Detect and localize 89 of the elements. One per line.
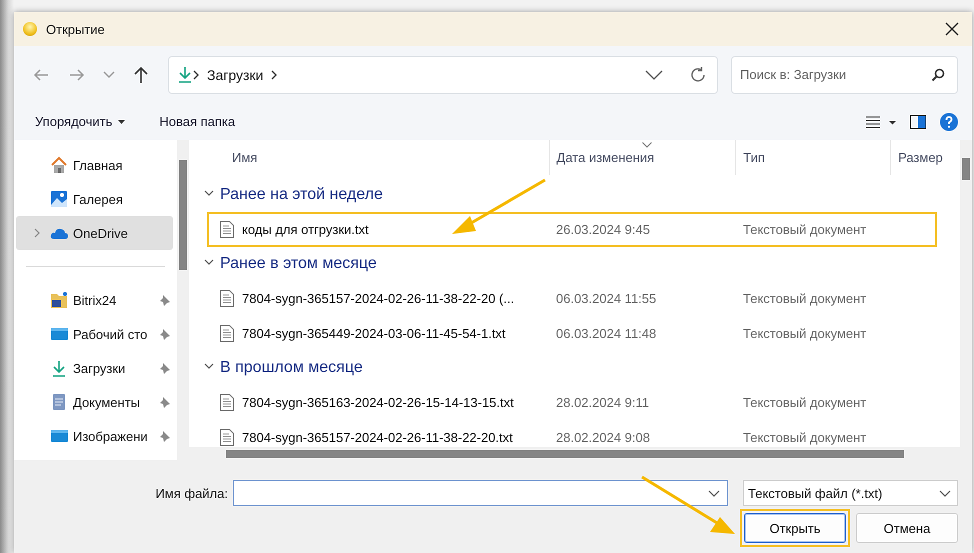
text-file-icon — [220, 290, 234, 307]
up-icon — [133, 66, 149, 84]
sidebar-item[interactable]: Загрузки — [16, 351, 173, 385]
scrollbar[interactable] — [177, 140, 189, 460]
group-header[interactable]: Ранее на этой неделе — [220, 186, 383, 204]
back-icon — [33, 68, 49, 82]
sort-caret-icon — [642, 142, 652, 148]
app-icon — [23, 22, 37, 36]
sidebar-item[interactable]: Bitrix24 — [16, 283, 173, 317]
sidebar-item[interactable]: Рабочий сто — [16, 317, 173, 351]
file-name[interactable]: 7804-sygn-365157-2024-02-26-11-38-22-20 (... — [242, 291, 514, 306]
date-cell-text: 28.02.2024 9:08 — [555, 429, 651, 447]
type-cell-text: Текстовый документ — [742, 394, 868, 412]
cancel-button[interactable]: Отмена — [856, 513, 958, 543]
scrollbar[interactable] — [960, 140, 972, 447]
monitor-icon — [50, 325, 69, 343]
toolbar-button[interactable]: Новая папка — [151, 110, 244, 133]
file-name[interactable]: коды для отгрузки.txt — [242, 222, 369, 237]
date-cell-text: 28.02.2024 9:11 — [555, 394, 650, 412]
pin-icon — [159, 396, 171, 408]
monitor-icon — [50, 427, 69, 445]
caret-icon — [118, 120, 126, 124]
house-icon — [50, 156, 69, 174]
group-header[interactable]: Ранее в этом месяце — [220, 255, 377, 273]
file-name[interactable]: 7804-sygn-365157-2024-02-26-11-38-22-20.txt — [242, 430, 513, 445]
text-file-icon — [220, 221, 234, 238]
sidebar-label: Галерея — [73, 192, 124, 206]
address-bar[interactable]: Загрузки — [168, 56, 718, 94]
pin-icon — [159, 430, 171, 442]
column-header[interactable]: Тип — [735, 140, 890, 175]
text-file-icon — [220, 429, 234, 446]
list-view-icon[interactable] — [866, 116, 896, 128]
pin-icon — [159, 328, 171, 340]
forward-icon — [69, 68, 85, 82]
sidebar-label: OneDrive — [73, 226, 129, 240]
text-file-icon — [220, 394, 234, 411]
column-header[interactable]: Дата изменения — [548, 140, 736, 175]
file-name[interactable]: 7804-sygn-365163-2024-02-26-15-14-13-15.txt — [242, 395, 514, 410]
group-header[interactable]: В прошлом месяце — [220, 359, 363, 377]
dropdown-chevron-icon[interactable] — [708, 490, 720, 497]
sidebar-item[interactable]: OneDrive — [16, 216, 173, 250]
sidebar-label: Изображени — [73, 428, 149, 444]
type-cell-text: Текстовый документ — [742, 325, 868, 343]
scrollbar-thumb[interactable] — [962, 158, 970, 180]
date-cell-text: 06.03.2024 11:48 — [555, 325, 658, 343]
chevron-right-icon — [34, 228, 40, 238]
sidebar-item[interactable]: Изображени — [16, 419, 173, 453]
scrollbar[interactable] — [189, 447, 972, 460]
toolbar-button[interactable]: Упорядочить — [27, 110, 134, 133]
type-cell-text: Текстовый документ — [742, 221, 868, 239]
date-cell-text: 06.03.2024 11:55 — [555, 290, 658, 308]
sidebar-label: Главная — [73, 158, 124, 172]
sidebar-item[interactable]: Главная — [16, 148, 173, 182]
sidebar-item[interactable]: Документы — [16, 385, 173, 419]
close-icon — [945, 22, 959, 36]
recent-locations-icon — [103, 70, 115, 78]
sidebar-label: Загрузки — [73, 360, 126, 376]
sidebar-item[interactable]: Галерея — [16, 182, 173, 216]
dropdown-chevron-icon[interactable] — [645, 70, 663, 80]
file-name-field[interactable] — [233, 480, 728, 506]
column-header[interactable]: Имя — [207, 140, 549, 175]
scrollbar-thumb[interactable] — [226, 450, 904, 458]
sidebar-label: Bitrix24 — [73, 292, 118, 308]
help-icon[interactable] — [940, 112, 958, 130]
search-icon[interactable] — [931, 68, 945, 82]
text-file-icon — [220, 325, 234, 342]
search-field[interactable]: Поиск в: Загрузки — [731, 56, 958, 94]
picture-icon — [50, 190, 69, 208]
dropdown-chevron-icon — [939, 490, 951, 496]
sidebar-label: Рабочий сто — [73, 326, 148, 342]
sidebar-label: Документы — [73, 394, 142, 410]
chevron-right-icon — [271, 70, 278, 80]
type-cell-text: Текстовый документ — [742, 429, 868, 447]
download-icon — [177, 66, 193, 84]
type-cell-text: Текстовый документ — [742, 290, 868, 308]
folder-icon — [50, 291, 69, 309]
open-button[interactable]: Открыть — [744, 513, 846, 543]
refresh-icon[interactable] — [689, 66, 707, 84]
field-label: Имя файла: — [154, 486, 228, 500]
date-cell-text: 26.03.2024 9:45 — [555, 221, 651, 239]
file-name[interactable]: 7804-sygn-365449-2024-03-06-11-45-54-1.txt — [242, 326, 506, 341]
pin-icon — [159, 362, 171, 374]
chevron-right-icon — [193, 70, 199, 80]
file-type-dropdown[interactable]: Текстовый файл (*.txt) — [743, 480, 958, 506]
pin-icon — [159, 294, 171, 306]
scrollbar-thumb[interactable] — [179, 160, 187, 270]
window-title: Открытие — [46, 22, 106, 36]
preview-pane-icon[interactable] — [910, 114, 926, 128]
breadcrumb-item[interactable]: Загрузки — [207, 66, 264, 82]
